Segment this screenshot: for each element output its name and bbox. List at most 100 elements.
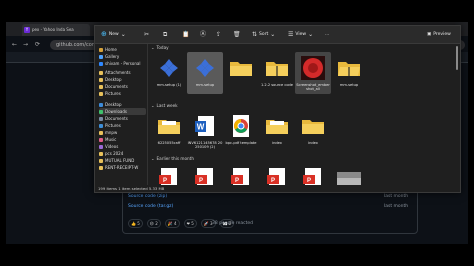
cut-button[interactable]: ✂ (144, 30, 149, 39)
group-header[interactable]: ⌄ Last week (151, 103, 178, 108)
group-header[interactable]: ⌄ Today (151, 45, 169, 50)
nav-item[interactable]: Pictures (99, 122, 146, 129)
preview-label: Preview (433, 32, 451, 37)
file-item[interactable]: mm-setup (331, 52, 367, 94)
nav-item[interactable]: mnpw (99, 129, 146, 136)
chevron-down-icon: ⌄ (151, 156, 155, 161)
file-name: INV6121145678 20250109 (2) (187, 141, 223, 149)
nav-item-label: Desktop (105, 77, 122, 82)
delete-button[interactable]: 🗑 (233, 30, 241, 39)
file-item[interactable]: W INV6121145678 20250109 (2) (187, 110, 223, 152)
share-button[interactable]: ⇪ (216, 30, 221, 39)
new-button[interactable]: ⊕ New ⌄ (101, 30, 126, 39)
folder-icon (228, 55, 254, 81)
chevron-down-icon: ⌄ (151, 45, 155, 50)
nav-item[interactable]: Music (99, 136, 146, 143)
more-button[interactable]: ... (325, 30, 329, 39)
nav-item[interactable]: Home (99, 46, 146, 53)
file-name: 1.2.2 source code (260, 83, 294, 87)
chevron-down-icon: ⌄ (270, 31, 276, 38)
nav-item[interactable]: Documents (99, 115, 146, 122)
pdf-icon: P (156, 166, 182, 185)
nav-item[interactable]: Videos (99, 143, 146, 150)
nav-item[interactable]: Desktop (99, 101, 146, 108)
nav-item[interactable]: RENT-RECEIPT-W (99, 164, 146, 171)
trash-icon: 🗑 (233, 31, 241, 38)
app-icon (156, 55, 182, 81)
red-icon (300, 55, 326, 81)
nav-item-label: MUTUAL FUND (105, 158, 135, 163)
file-item[interactable] (331, 163, 367, 185)
copy-button[interactable]: ⧉ (163, 30, 167, 39)
folder-icon (99, 77, 103, 82)
file-item[interactable]: P (151, 163, 187, 185)
nav-item[interactable]: Documents (99, 83, 146, 90)
nav-item-label: pcs 2024 (105, 151, 124, 156)
file-item[interactable]: P (295, 163, 331, 185)
nav-item[interactable]: shivam - Personal (99, 60, 146, 67)
browser-tab[interactable]: pex - Yahoo Inda Sea (22, 24, 90, 36)
preview-button[interactable]: ▣ Preview (427, 30, 451, 39)
file-item[interactable]: mm-setup (1) (151, 52, 187, 94)
file-item[interactable]: P (187, 163, 223, 185)
forward-button[interactable]: → (23, 40, 28, 50)
asset-date: last month (384, 194, 409, 199)
file-item[interactable]: bpc-pdf template (223, 110, 259, 152)
back-button[interactable]: ← (12, 40, 17, 50)
reaction-heart[interactable]: ❤ 5 (183, 219, 197, 228)
view-button[interactable]: ☰ View ⌄ (288, 30, 313, 39)
status-bar: 199 items 1 item selected 5.33 MB (95, 185, 460, 192)
rename-button[interactable]: Ⓐ (200, 30, 206, 39)
view-label: View (295, 32, 307, 37)
asset-link-zip[interactable]: Source code (zip) (128, 194, 167, 199)
reaction-thumbs-up[interactable]: 👍 5 (128, 219, 143, 228)
nav-item-label: Gallery (105, 54, 120, 59)
file-name: index (308, 141, 318, 145)
sort-label: Sort (259, 32, 269, 37)
reaction-hooray[interactable]: 🎉 4 (164, 219, 180, 228)
nav-item[interactable]: Pictures (99, 90, 146, 97)
scrollbar[interactable] (456, 46, 459, 182)
scrollbar-thumb[interactable] (456, 46, 458, 70)
nav-item-label: Videos (105, 144, 119, 149)
file-name: bpc-pdf template (225, 141, 257, 145)
nav-item[interactable]: pcs 2024 (99, 150, 146, 157)
rename-icon: Ⓐ (200, 31, 207, 38)
file-item[interactable]: 6225055caff (151, 110, 187, 152)
file-name: index (272, 141, 282, 145)
reaction-laugh[interactable]: 😄 2 (146, 219, 161, 228)
folder-icon (99, 84, 103, 89)
file-item[interactable]: index (295, 110, 331, 152)
address-bar[interactable]: github.com/com (50, 40, 100, 50)
plus-icon: ⊕ (101, 30, 107, 38)
svg-text:P: P (271, 178, 275, 184)
paste-button[interactable]: 📋 (182, 30, 189, 39)
file-item[interactable]: P (259, 163, 295, 185)
svg-text:P: P (235, 178, 239, 184)
nav-item[interactable]: Desktop (99, 76, 146, 83)
file-item[interactable]: Screenshot_ember shot_all (295, 52, 331, 94)
file-list: ⌄ Today mm-setup (1) mm-setup 1.2.2 source c… (148, 44, 460, 185)
desktop-icon (99, 102, 103, 107)
folder-icon (99, 130, 103, 135)
sort-button[interactable]: ⇅ Sort ⌄ (252, 30, 275, 39)
chrome-icon (228, 113, 254, 139)
nav-item-label: Documents (105, 116, 128, 121)
asset-link-targz[interactable]: Source code (tar.gz) (128, 204, 173, 209)
nav-item[interactable]: Attachments (99, 69, 146, 76)
navigation-pane: Home Gallery shivam - Personal Attachments D… (95, 44, 148, 185)
file-item[interactable]: P (223, 163, 259, 185)
nav-item[interactable]: Gallery (99, 53, 146, 60)
chevron-down-icon: ⌄ (308, 31, 314, 38)
group-header[interactable]: ⌄ Earlier this month (151, 156, 194, 161)
file-item[interactable]: index (259, 110, 295, 152)
nav-item[interactable]: MUTUAL FUND (99, 157, 146, 164)
reload-button[interactable]: ⟳ (35, 40, 40, 50)
nav-item[interactable]: Downloads (99, 108, 146, 115)
share-icon: ⇪ (216, 31, 222, 38)
file-item[interactable]: mm-setup (187, 52, 223, 94)
file-item[interactable]: 1.2.2 source code (259, 52, 295, 94)
more-label: ... (325, 32, 330, 37)
nav-item-label: Downloads (105, 109, 127, 114)
file-item[interactable] (223, 52, 259, 94)
